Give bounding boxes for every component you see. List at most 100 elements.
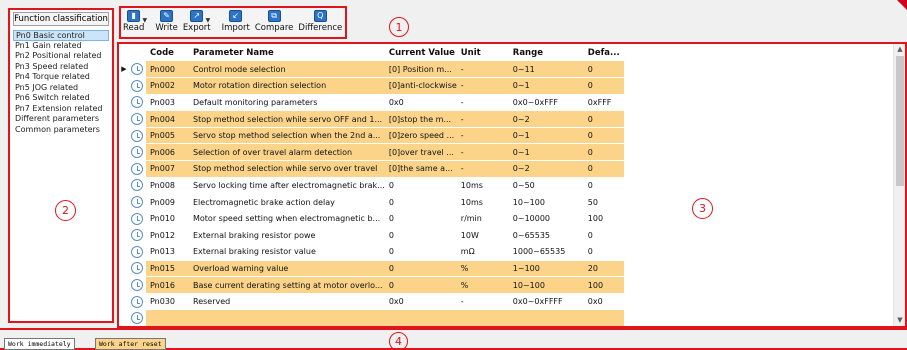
cell-unit: -: [456, 143, 509, 162]
cell-name: Control mode selection: [189, 61, 385, 79]
clock-icon: [131, 229, 143, 242]
table-row[interactable]: Pn009 Electromagnetic brake action delay 0…: [119, 193, 624, 211]
vertical-scrollbar[interactable]: ▲ ▼: [893, 44, 905, 326]
column-header-default[interactable]: Defa...: [583, 44, 624, 61]
table-row[interactable]: Pn002 Motor rotation direction selection[…: [119, 77, 624, 95]
cell-value[interactable]: [384, 309, 457, 326]
table-row[interactable]: Pn016 Base current derating setting at mo…: [119, 276, 624, 294]
table-row[interactable]: Pn012 External braking resistor powe 0 10W 0…: [119, 226, 624, 245]
table-row[interactable]: Pn007 Stop method selection while servo o…: [119, 160, 624, 178]
clock-icon: [131, 96, 143, 109]
sidebar-item-pn7[interactable]: Pn7 Extension related: [10, 104, 112, 115]
scroll-down-icon[interactable]: ▼: [894, 315, 905, 326]
sidebar-item-pn4[interactable]: Pn4 Torque related: [10, 72, 112, 83]
sidebar-item-pn5[interactable]: Pn5 JOG related: [10, 83, 112, 94]
cell-range: 0~65535: [508, 226, 584, 245]
table-row[interactable]: Pn030 Reserved 0x0-0x0~0xFFFF 0x0: [119, 293, 624, 311]
cell-default: 50: [583, 193, 624, 211]
write-label: Write: [155, 23, 178, 33]
cell-code: Pn003: [146, 94, 189, 112]
cell-value[interactable]: 0: [384, 243, 457, 261]
cell-unit: %: [456, 276, 509, 294]
export-button[interactable]: ↗ ▼ Export: [183, 8, 211, 33]
cell-value[interactable]: [0]the same a...: [384, 160, 457, 178]
row-indicator: [119, 260, 129, 278]
table-row[interactable]: Pn003 Default monitoring parameters 0x0-0x…: [119, 94, 624, 112]
column-header-code[interactable]: Code: [146, 44, 189, 61]
column-header-range[interactable]: Range: [508, 44, 584, 61]
cell-default: 0: [583, 177, 624, 195]
cell-value[interactable]: [0]over travel ...: [384, 143, 457, 162]
difference-button[interactable]: Q Difference: [298, 8, 342, 33]
sidebar-item-common[interactable]: Common parameters: [10, 125, 112, 136]
cell-value[interactable]: 0: [384, 177, 457, 195]
table-row[interactable]: ▶ Pn000 Control mode selection [0] Position…: [119, 61, 624, 79]
cell-name: Electromagnetic brake action delay: [189, 193, 385, 211]
row-status-cell: [129, 110, 146, 128]
cell-value[interactable]: 0x0: [384, 94, 457, 112]
cell-name: Motor speed setting when electromagnetic…: [189, 210, 385, 228]
sidebar-item-different[interactable]: Different parameters: [10, 114, 112, 125]
cell-unit: 10ms: [456, 177, 509, 195]
scroll-up-icon[interactable]: ▲: [894, 44, 905, 55]
cell-unit: r/min: [456, 210, 509, 228]
chevron-down-icon[interactable]: ▼: [206, 18, 211, 24]
scrollbar-thumb[interactable]: [896, 56, 904, 186]
clock-icon: [131, 146, 143, 159]
clock-icon: [131, 179, 143, 192]
row-indicator: [119, 94, 129, 112]
sidebar-item-pn2[interactable]: Pn2 Positional related: [10, 51, 112, 62]
cell-unit: -: [456, 293, 509, 311]
compare-button[interactable]: ⧉ Compare: [255, 8, 293, 33]
cell-unit: -: [456, 127, 509, 145]
cell-value[interactable]: [0]zero speed ...: [384, 127, 457, 145]
cell-default: 0xFFF: [583, 94, 624, 112]
cell-value[interactable]: 0: [384, 193, 457, 211]
chevron-down-icon[interactable]: ▼: [143, 18, 148, 24]
compare-icon: ⧉: [267, 10, 281, 22]
column-header-name[interactable]: Parameter Name: [189, 44, 385, 61]
clock-icon: [131, 113, 143, 126]
cell-default: 0: [583, 143, 624, 162]
column-header-unit[interactable]: Unit: [456, 44, 509, 61]
table-row[interactable]: Pn004 Stop method selection while servo O…: [119, 110, 624, 128]
cell-unit: 10ms: [456, 193, 509, 211]
table-row[interactable]: Pn015 Overload warning value 0% 1~100 20: [119, 260, 624, 278]
callout-3: 3: [692, 198, 713, 219]
table-row[interactable]: Pn013 External braking resistor value 0 mΩ 1…: [119, 243, 624, 261]
cell-range: 0~1: [508, 77, 584, 95]
column-header-value[interactable]: Current Value: [384, 44, 457, 61]
cell-value[interactable]: 0x0: [384, 293, 457, 311]
cell-value[interactable]: [0]anti-clockwise: [384, 77, 457, 95]
cell-value[interactable]: 0: [384, 276, 457, 294]
table-row[interactable]: Pn005 Servo stop method selection when th…: [119, 127, 624, 145]
table-row[interactable]: Pn010 Motor speed setting when electromag…: [119, 210, 624, 228]
table-row[interactable]: Pn006 Selection of over travel alarm dete…: [119, 143, 624, 162]
row-indicator: [119, 293, 129, 311]
table-row[interactable]: Pn008 Servo locking time after electromag…: [119, 177, 624, 195]
sidebar-item-pn3[interactable]: Pn3 Speed related: [10, 62, 112, 73]
table-row[interactable]: [119, 309, 624, 326]
clock-icon: [131, 129, 143, 142]
sidebar-header[interactable]: Function classification: [13, 12, 109, 26]
row-status-cell: [129, 160, 146, 178]
import-button[interactable]: ↙ Import: [222, 8, 250, 33]
cell-value[interactable]: 0: [384, 210, 457, 228]
read-button[interactable]: ▮ ▼ Read: [123, 8, 147, 33]
cell-value[interactable]: [0] Position m...: [384, 61, 457, 79]
sidebar-item-pn6[interactable]: Pn6 Switch related: [10, 93, 112, 104]
cell-range: 0~11: [508, 61, 584, 79]
cell-code: Pn015: [146, 260, 189, 278]
row-status-cell: [129, 293, 146, 311]
cell-default: 0: [583, 61, 624, 79]
write-button[interactable]: ✎ Write: [155, 8, 178, 33]
sidebar-item-pn0[interactable]: Pn0 Basic control: [13, 30, 109, 41]
row-indicator: [119, 309, 129, 326]
cell-unit: -: [456, 110, 509, 128]
clock-icon: [131, 279, 143, 292]
sidebar-item-pn1[interactable]: Pn1 Gain related: [10, 41, 112, 52]
cell-value[interactable]: 0: [384, 226, 457, 245]
cell-value[interactable]: 0: [384, 260, 457, 278]
cell-range: 0x0~0xFFFF: [508, 293, 584, 311]
cell-value[interactable]: [0]stop the m...: [384, 110, 457, 128]
